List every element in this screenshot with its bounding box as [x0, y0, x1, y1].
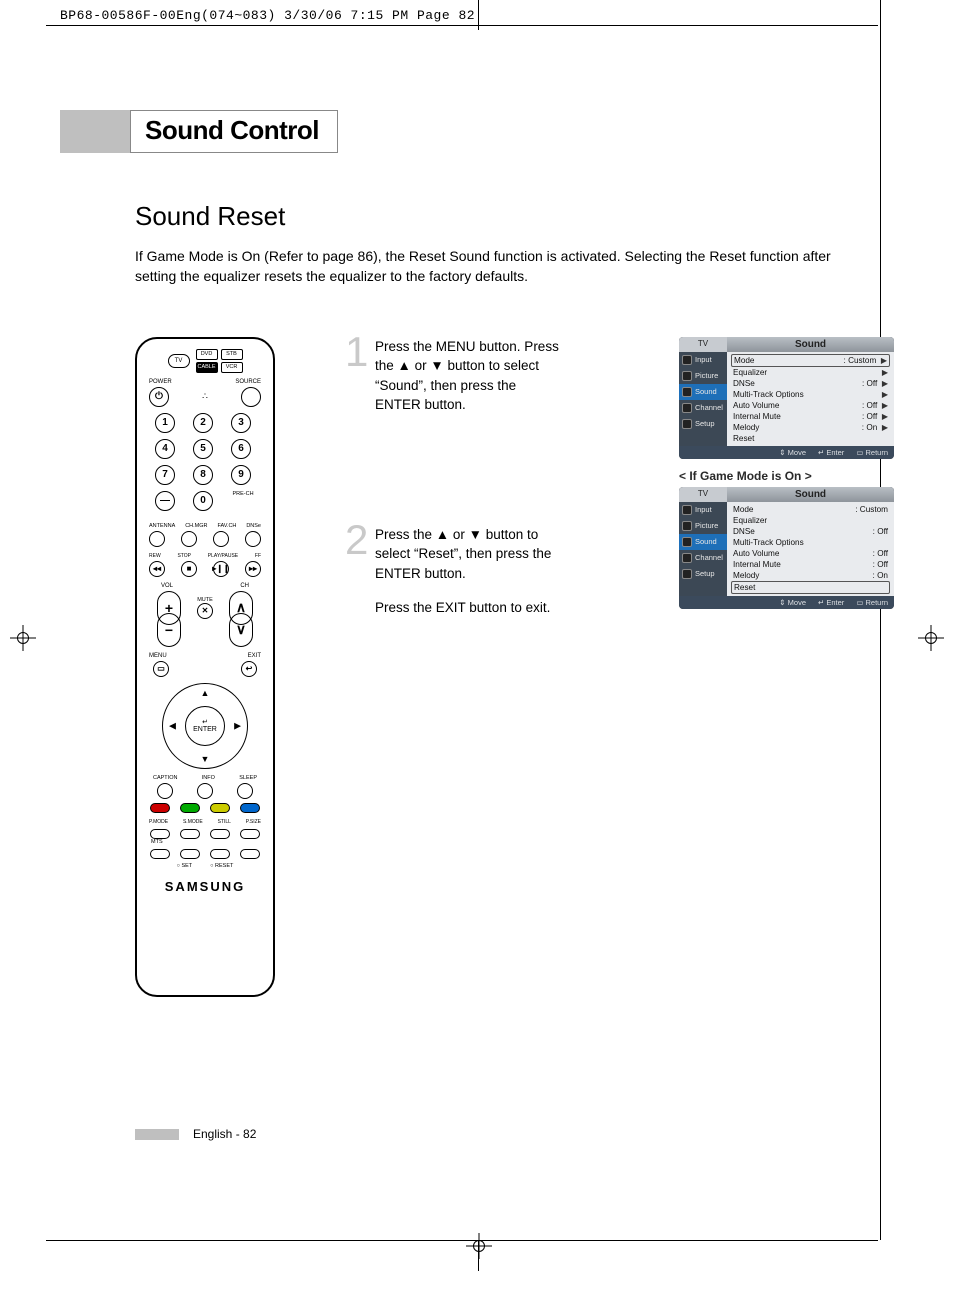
channel-icon	[682, 403, 692, 413]
blue-button	[240, 803, 260, 813]
remote-src-tv: TV	[168, 354, 190, 368]
input-icon	[682, 355, 692, 365]
osd-sound-menu: TV Sound Input Picture Sound Channel Set…	[679, 337, 894, 459]
osd-list-2: Mode: Custom Equalizer DNSe: Off Multi-T…	[727, 502, 894, 596]
green-button	[180, 803, 200, 813]
arrow-up-icon: ▲	[201, 688, 210, 698]
arrow-left-icon: ◀	[169, 720, 176, 731]
red-button	[150, 803, 170, 813]
yellow-button	[210, 803, 230, 813]
page-footer: English - 82	[135, 1127, 256, 1141]
remote-illustration: TV DVD STB CABLE VCR POWER SOURCE ⏻	[135, 337, 275, 997]
osd-list-1: Mode: Custom ▶ Equalizer▶ DNSe: Off ▶ Mu…	[727, 352, 894, 446]
page-header-meta: BP68-00586F-00Eng(074~083) 3/30/06 7:15 …	[60, 8, 475, 23]
exit-button: ↩	[241, 661, 257, 677]
section-title: Sound Control	[145, 115, 319, 146]
osd-caption: < If Game Mode is On >	[679, 469, 894, 483]
page-subtitle: Sound Reset	[135, 201, 894, 232]
intro-paragraph: If Game Mode is On (Refer to page 86), t…	[135, 246, 835, 287]
sound-icon	[682, 387, 692, 397]
picture-icon	[682, 371, 692, 381]
stop-icon: ■	[181, 561, 197, 577]
step-2: 2 Press the ▲ or ▼ button to select “Res…	[345, 525, 669, 617]
setup-icon	[682, 419, 692, 429]
section-title-band: Sound Control	[60, 110, 894, 153]
step-1: 1 Press the MENU button. Press the ▲ or …	[345, 337, 669, 415]
power-icon: ⏻	[149, 387, 169, 407]
nav-ring: ▲ ▼ ◀ ▶ ↵ENTER	[162, 683, 248, 769]
ch-down-icon: ∨	[229, 613, 253, 647]
ff-icon: ▸▸	[245, 561, 261, 577]
menu-button: ▭	[153, 661, 169, 677]
osd-sound-menu-reset: TV Sound Input Picture Sound Channel Set…	[679, 487, 894, 609]
arrow-right-icon: ▶	[234, 720, 241, 731]
source-button	[241, 387, 261, 407]
vol-down-icon: −	[157, 613, 181, 647]
brand-logo: SAMSUNG	[145, 879, 265, 894]
play-pause-icon: ▸❙❙	[213, 561, 229, 577]
rewind-icon: ◂◂	[149, 561, 165, 577]
arrow-down-icon: ▼	[201, 754, 210, 764]
